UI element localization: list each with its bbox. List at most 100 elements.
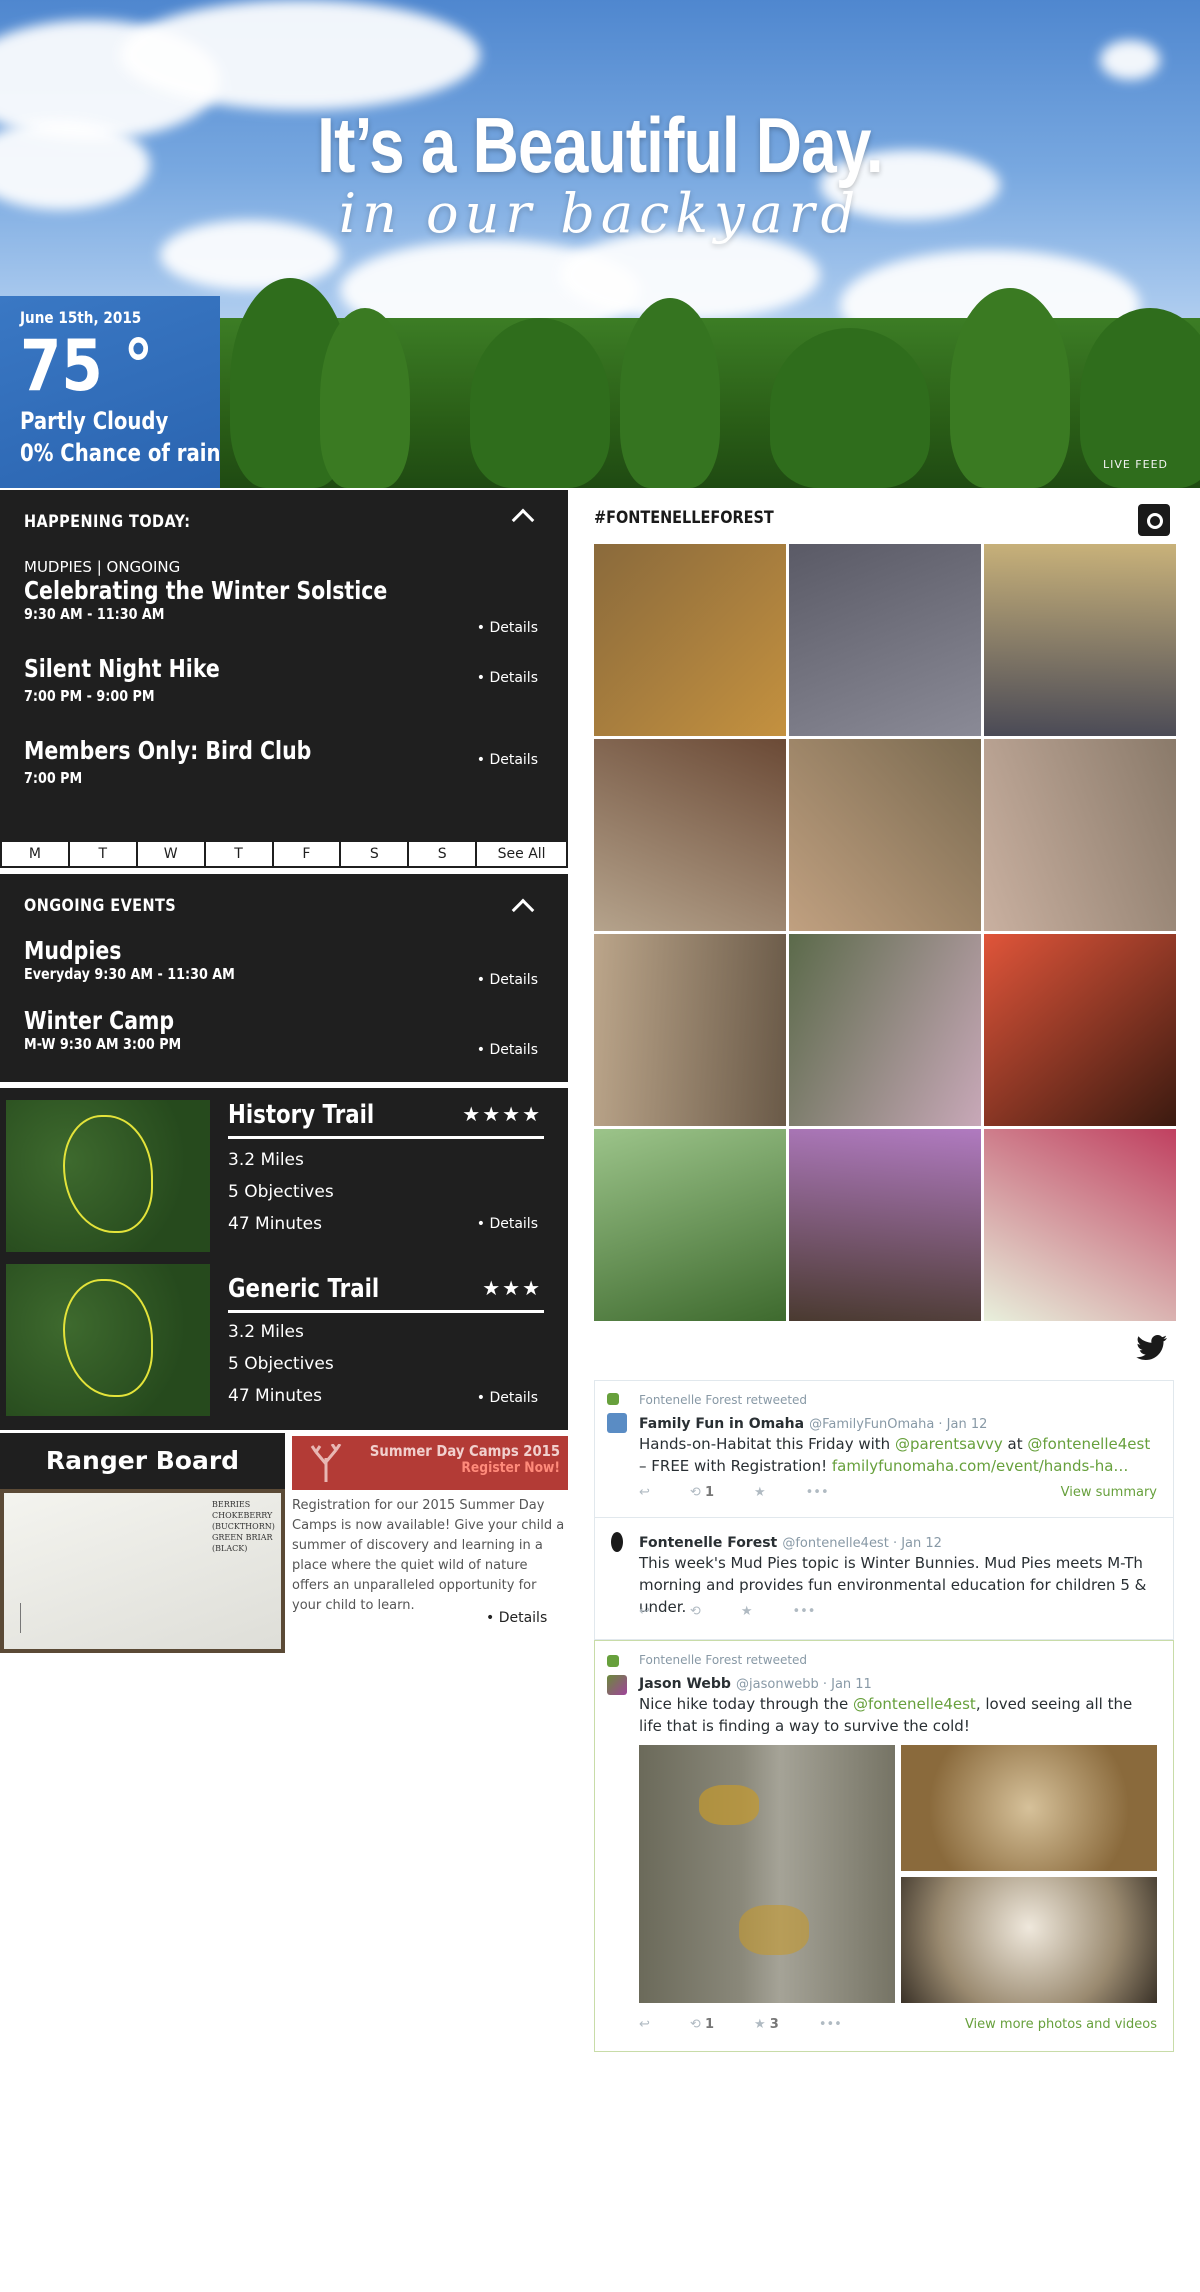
- event-details-link[interactable]: • Details: [477, 972, 538, 988]
- mention-link[interactable]: @parentsavvy: [895, 1435, 1003, 1453]
- instagram-photo[interactable]: [789, 934, 981, 1126]
- event-details-link[interactable]: • Details: [477, 670, 538, 686]
- instagram-icon[interactable]: [1138, 504, 1170, 536]
- tweet-photo[interactable]: [901, 1877, 1157, 2003]
- url-link[interactable]: familyfunomaha.com/event/hands-ha…: [832, 1457, 1129, 1475]
- instagram-photo[interactable]: [984, 934, 1176, 1126]
- trail-details-link[interactable]: • Details: [477, 1216, 538, 1232]
- mention-link[interactable]: @fontenelle4est: [1027, 1435, 1150, 1453]
- event-title: Mudpies: [24, 936, 122, 965]
- favorite-count: 3: [769, 2017, 779, 2032]
- whiteboard-line: GREEN BRIAR: [212, 1533, 273, 1542]
- trail-stats: 3.2 Miles 5 Objectives 47 Minutes: [228, 1144, 334, 1240]
- event-title: Winter Camp: [24, 1006, 175, 1035]
- history-trail-map[interactable]: [6, 1100, 210, 1252]
- instagram-photo[interactable]: [789, 544, 981, 736]
- banner-title: Summer Day Camps 2015: [369, 1442, 560, 1460]
- favorite-icon[interactable]: ★: [741, 1604, 753, 1619]
- day-tab-thursday[interactable]: T: [203, 842, 272, 866]
- twitter-icon[interactable]: [1136, 1334, 1168, 1370]
- trail-minutes: 47 Minutes: [228, 1214, 322, 1234]
- instagram-photo[interactable]: [594, 544, 786, 736]
- trail-details-link[interactable]: • Details: [477, 1390, 538, 1406]
- day-tab-monday[interactable]: M: [2, 842, 68, 866]
- tree: [320, 308, 410, 488]
- reply-icon[interactable]: ↩: [639, 1604, 650, 1619]
- tree: [770, 328, 930, 488]
- cloud: [1100, 40, 1160, 80]
- register-now-link[interactable]: Register Now!: [370, 1460, 560, 1476]
- avatar[interactable]: [607, 1413, 627, 1433]
- ranger-board-photo[interactable]: BERRIES CHOKEBERRY (BUCKTHORN) GREEN BRI…: [0, 1489, 285, 1653]
- day-tab-sunday[interactable]: S: [407, 842, 475, 866]
- favorite-icon[interactable]: ★: [754, 1485, 766, 1500]
- whiteboard: BERRIES CHOKEBERRY (BUCKTHORN) GREEN BRI…: [4, 1493, 281, 1649]
- tweet-photo[interactable]: [639, 1745, 895, 2003]
- weather-widget: June 15th, 2015 75 ° Partly Cloudy 0% Ch…: [0, 296, 221, 488]
- collapse-caret-icon[interactable]: [511, 898, 535, 922]
- trail-rating-stars: ★★★★: [462, 1102, 542, 1126]
- instagram-photo[interactable]: [984, 739, 1176, 931]
- tweet-text: – FREE with Registration!: [639, 1457, 832, 1475]
- banner-text: Summer Day Camps 2015 Register Now!: [344, 1442, 560, 1476]
- more-icon[interactable]: •••: [792, 1604, 815, 1619]
- tweet-handle: @jasonwebb · Jan 11: [736, 1677, 872, 1692]
- weather-rain-chance: 0% Chance of rain: [20, 439, 221, 467]
- see-all-button[interactable]: See All: [475, 842, 566, 866]
- tweet-author[interactable]: Jason Webb: [639, 1676, 731, 1692]
- event-details-link[interactable]: • Details: [477, 1042, 538, 1058]
- instagram-photo[interactable]: [789, 739, 981, 931]
- day-tab-tuesday[interactable]: T: [67, 842, 136, 866]
- reply-icon[interactable]: ↩: [639, 1485, 650, 1500]
- instagram-photo[interactable]: [594, 739, 786, 931]
- event-details-link[interactable]: • Details: [477, 752, 538, 768]
- instagram-photo[interactable]: [594, 1129, 786, 1321]
- retweet-icon[interactable]: ⟲: [690, 1604, 701, 1619]
- tweet-header: Jason Webb @jasonwebb · Jan 11: [639, 1673, 872, 1692]
- avatar[interactable]: [607, 1675, 627, 1695]
- retweet-label: Fontenelle Forest retweeted: [639, 1393, 808, 1407]
- tweet-header: Fontenelle Forest @fontenelle4est · Jan …: [639, 1532, 942, 1551]
- retweet-icon: [607, 1393, 619, 1405]
- instagram-photo[interactable]: [984, 544, 1176, 736]
- tweet-text: at: [1002, 1435, 1028, 1453]
- weather-condition: Partly Cloudy: [20, 407, 169, 435]
- tweet-author[interactable]: Fontenelle Forest: [639, 1535, 777, 1551]
- day-tab-friday[interactable]: F: [271, 842, 340, 866]
- tweet-card[interactable]: Fontenelle Forest retweeted Jason Webb @…: [594, 1640, 1174, 2052]
- divider: [228, 1310, 544, 1313]
- event-item: Members Only: Bird Club 7:00 PM: [24, 736, 544, 787]
- reply-icon[interactable]: ↩: [639, 2017, 650, 2032]
- more-icon[interactable]: •••: [819, 2017, 842, 2032]
- retweet-button[interactable]: ⟲ 1: [690, 2017, 714, 2032]
- view-summary-link[interactable]: View summary: [1061, 1485, 1157, 1500]
- retweet-icon: [607, 1655, 619, 1667]
- collapse-caret-icon[interactable]: [511, 508, 535, 532]
- day-tab-saturday[interactable]: S: [339, 842, 407, 866]
- avatar[interactable]: [611, 1532, 623, 1552]
- day-tab-wednesday[interactable]: W: [135, 842, 204, 866]
- summer-camps-details-link[interactable]: • Details: [486, 1610, 547, 1626]
- instagram-photo[interactable]: [594, 934, 786, 1126]
- retweet-button[interactable]: ⟲ 1: [690, 1485, 714, 1500]
- instagram-photo[interactable]: [984, 1129, 1176, 1321]
- divider: [228, 1136, 544, 1139]
- whiteboard-line: BERRIES: [212, 1500, 251, 1509]
- instagram-photo[interactable]: [789, 1129, 981, 1321]
- summer-camps-banner[interactable]: Summer Day Camps 2015 Register Now!: [292, 1436, 568, 1490]
- mention-link[interactable]: @fontenelle4est: [853, 1695, 976, 1713]
- hero-title: It’s a Beautiful Day.: [317, 101, 883, 189]
- generic-trail-map[interactable]: [6, 1264, 210, 1416]
- tweet-body: Hands-on-Habitat this Friday with @paren…: [639, 1433, 1159, 1477]
- tweet-card[interactable]: Fontenelle Forest @fontenelle4est · Jan …: [594, 1518, 1174, 1640]
- tweet-card[interactable]: Fontenelle Forest retweeted Family Fun i…: [594, 1380, 1174, 1518]
- ongoing-events-heading: ONGOING EVENTS: [24, 896, 177, 916]
- favorite-button[interactable]: ★ 3: [754, 2017, 779, 2032]
- more-icon[interactable]: •••: [806, 1485, 829, 1500]
- view-more-photos-link[interactable]: View more photos and videos: [965, 2017, 1157, 2032]
- event-details-link[interactable]: • Details: [477, 620, 538, 636]
- tweet-author[interactable]: Family Fun in Omaha: [639, 1416, 804, 1432]
- whiteboard-line: (BLACK): [212, 1544, 248, 1553]
- tweet-photo[interactable]: [901, 1745, 1157, 1871]
- tree-logo-icon: [308, 1443, 344, 1482]
